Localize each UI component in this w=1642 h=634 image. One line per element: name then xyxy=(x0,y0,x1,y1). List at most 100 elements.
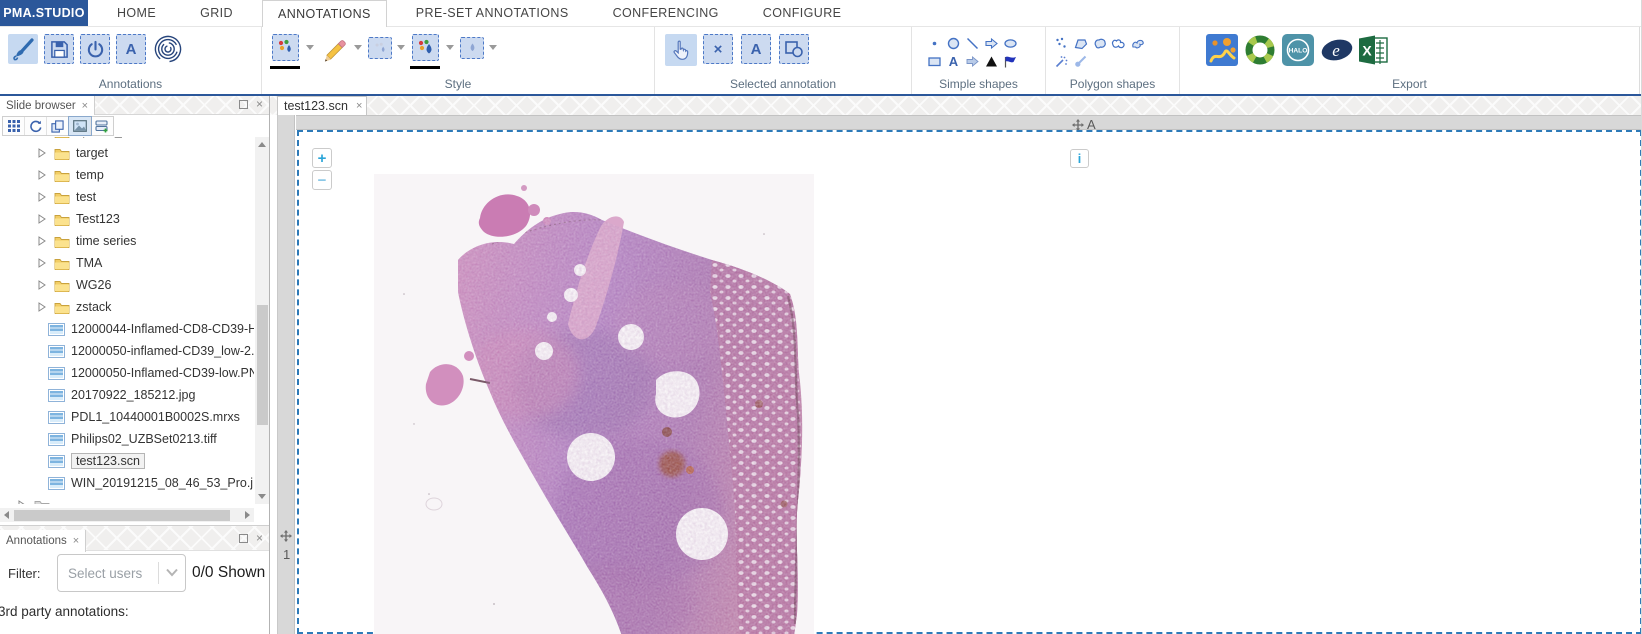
point-shape-button[interactable] xyxy=(925,35,944,51)
annotations-close-icon[interactable]: × xyxy=(73,535,79,547)
expander-icon[interactable] xyxy=(38,214,46,224)
vertical-scroll-thumb[interactable] xyxy=(257,305,268,425)
fill-opacity-button[interactable] xyxy=(460,37,484,59)
fill-color-button[interactable] xyxy=(412,34,439,61)
line-color-button[interactable] xyxy=(272,34,299,61)
export-definiens-button[interactable] xyxy=(1244,34,1276,66)
scroll-up-icon[interactable] xyxy=(258,142,266,147)
tree-folder-zstack[interactable]: zstack xyxy=(0,296,254,318)
expander-icon[interactable] xyxy=(38,170,46,180)
tree-file-row[interactable]: 12000050-Inflamed-CD39-low.PN xyxy=(0,362,254,384)
tree-folder-test123[interactable]: Test123 xyxy=(0,208,254,230)
zoom-out-button[interactable]: − xyxy=(312,170,332,190)
pencil-style-button[interactable] xyxy=(320,34,350,64)
image-view-button[interactable] xyxy=(69,117,91,135)
tree-file-row[interactable]: 12000050-inflamed-CD39_low-2. xyxy=(0,340,254,362)
close-panel-icon[interactable]: × xyxy=(256,100,263,109)
menu-home[interactable]: HOME xyxy=(102,0,171,26)
scroll-down-icon[interactable] xyxy=(258,494,266,499)
menu-preset-annotations[interactable]: PRE-SET ANNOTATIONS xyxy=(401,0,584,26)
expander-icon[interactable] xyxy=(38,258,46,268)
thumbnail-grid-button[interactable] xyxy=(3,117,25,135)
maximize-icon[interactable] xyxy=(239,100,248,109)
fingerprint-button[interactable] xyxy=(150,34,186,64)
select-annotation-button[interactable] xyxy=(665,34,697,66)
tree-folder-target[interactable]: target xyxy=(0,142,254,164)
freehand-shape-button[interactable] xyxy=(1128,35,1147,51)
ellipse-shape-button[interactable] xyxy=(1001,35,1020,51)
menu-annotations[interactable]: ANNOTATIONS xyxy=(262,0,387,27)
menu-configure[interactable]: CONFIGURE xyxy=(748,0,857,26)
tree-file-row-selected[interactable]: test123.scn xyxy=(0,450,254,472)
slide-browser-close-icon[interactable]: × xyxy=(82,100,88,112)
menu-conferencing[interactable]: CONFERENCING xyxy=(598,0,734,26)
move-handle-icon[interactable] xyxy=(1072,119,1084,131)
expander-icon[interactable] xyxy=(18,500,26,504)
export-halo-button[interactable]: HALO xyxy=(1282,34,1314,66)
server-add-button[interactable] xyxy=(91,117,113,135)
annotations-tab[interactable]: Annotations × xyxy=(0,530,86,552)
tree-file-row[interactable]: Philips02_UZBSet0213.tiff xyxy=(0,428,254,450)
rectangle-shape-button[interactable] xyxy=(925,53,944,69)
export-evaluation-button[interactable]: e xyxy=(1320,34,1352,66)
flag-shape-button[interactable] xyxy=(1001,53,1020,69)
open-copy-button[interactable] xyxy=(47,117,69,135)
close-panel-icon[interactable]: × xyxy=(256,534,263,543)
text-annotation-button[interactable]: A xyxy=(116,34,146,64)
scroll-right-icon[interactable] xyxy=(245,511,250,519)
slide-browser-tab[interactable]: Slide browser × xyxy=(0,96,95,115)
compound-freehand-shape-button[interactable] xyxy=(1109,35,1128,51)
text-shape-button[interactable]: A xyxy=(944,53,963,69)
tree-folder-temp[interactable]: temp xyxy=(0,164,254,186)
line-opacity-dropdown[interactable] xyxy=(397,45,405,50)
scroll-left-icon[interactable] xyxy=(4,511,9,519)
viewer-tab-test123[interactable]: test123.scn × xyxy=(277,96,367,115)
paintbrush-tool-button[interactable] xyxy=(8,34,38,64)
line-color-dropdown[interactable] xyxy=(306,45,314,50)
tree-vertical-scrollbar[interactable] xyxy=(255,137,269,504)
expander-icon[interactable] xyxy=(38,148,46,158)
fill-opacity-dropdown[interactable] xyxy=(489,45,497,50)
viewer-tab-close-icon[interactable]: × xyxy=(356,100,362,112)
edit-shape-button[interactable] xyxy=(779,34,809,64)
tree-horizontal-scrollbar[interactable] xyxy=(0,508,254,522)
tree-file-row[interactable]: 12000044-Inflamed-CD8-CD39-H xyxy=(0,318,254,340)
line-shape-button[interactable] xyxy=(963,35,982,51)
tree-file-row[interactable]: 20170922_185212.jpg xyxy=(0,384,254,406)
expander-icon[interactable] xyxy=(38,280,46,290)
line-opacity-button[interactable] xyxy=(368,37,392,59)
magic-wand-button[interactable] xyxy=(1052,53,1071,69)
fill-color-dropdown[interactable] xyxy=(446,45,454,50)
toggle-annotations-button[interactable] xyxy=(80,34,110,64)
tree-folder-time-series[interactable]: time series xyxy=(0,230,254,252)
select-users-dropdown[interactable]: Select users xyxy=(57,554,186,592)
circle-shape-button[interactable] xyxy=(944,35,963,51)
maximize-icon[interactable] xyxy=(239,534,248,543)
tree-folder-tma[interactable]: TMA xyxy=(0,252,254,274)
tree-file-row[interactable]: PDL1_10440001B0002S.mrxs xyxy=(0,406,254,428)
multipoint-shape-button[interactable] xyxy=(1052,35,1071,51)
export-excel-button[interactable]: X xyxy=(1358,34,1390,66)
horizontal-scroll-thumb[interactable] xyxy=(14,510,230,521)
expander-icon[interactable] xyxy=(38,192,46,202)
polygon-shape-button[interactable] xyxy=(1071,35,1090,51)
triangle-shape-button[interactable] xyxy=(982,53,1001,69)
delete-annotation-button[interactable]: × xyxy=(703,34,733,64)
slide-info-button[interactable]: i xyxy=(1070,149,1089,168)
tree-folder-wg26[interactable]: WG26 xyxy=(0,274,254,296)
move-handle-icon[interactable] xyxy=(280,530,292,542)
round-brush-button[interactable] xyxy=(1071,53,1090,69)
tree-file-row[interactable]: WIN_20191215_08_46_53_Pro.j xyxy=(0,472,254,494)
save-annotations-button[interactable] xyxy=(44,34,74,64)
menu-grid[interactable]: GRID xyxy=(185,0,248,26)
expander-icon[interactable] xyxy=(38,236,46,246)
label-annotation-button[interactable]: A xyxy=(741,34,771,64)
export-image-analysis-button[interactable] xyxy=(1206,34,1238,66)
arrow-filled-shape-button[interactable] xyxy=(963,53,982,69)
slide-viewport[interactable]: + − i xyxy=(297,130,1642,634)
tree-folder-partial[interactable] xyxy=(0,494,254,504)
closed-freehand-shape-button[interactable] xyxy=(1090,35,1109,51)
refresh-button[interactable] xyxy=(25,117,47,135)
zoom-in-button[interactable]: + xyxy=(312,148,332,168)
tree-folder-test[interactable]: test xyxy=(0,186,254,208)
